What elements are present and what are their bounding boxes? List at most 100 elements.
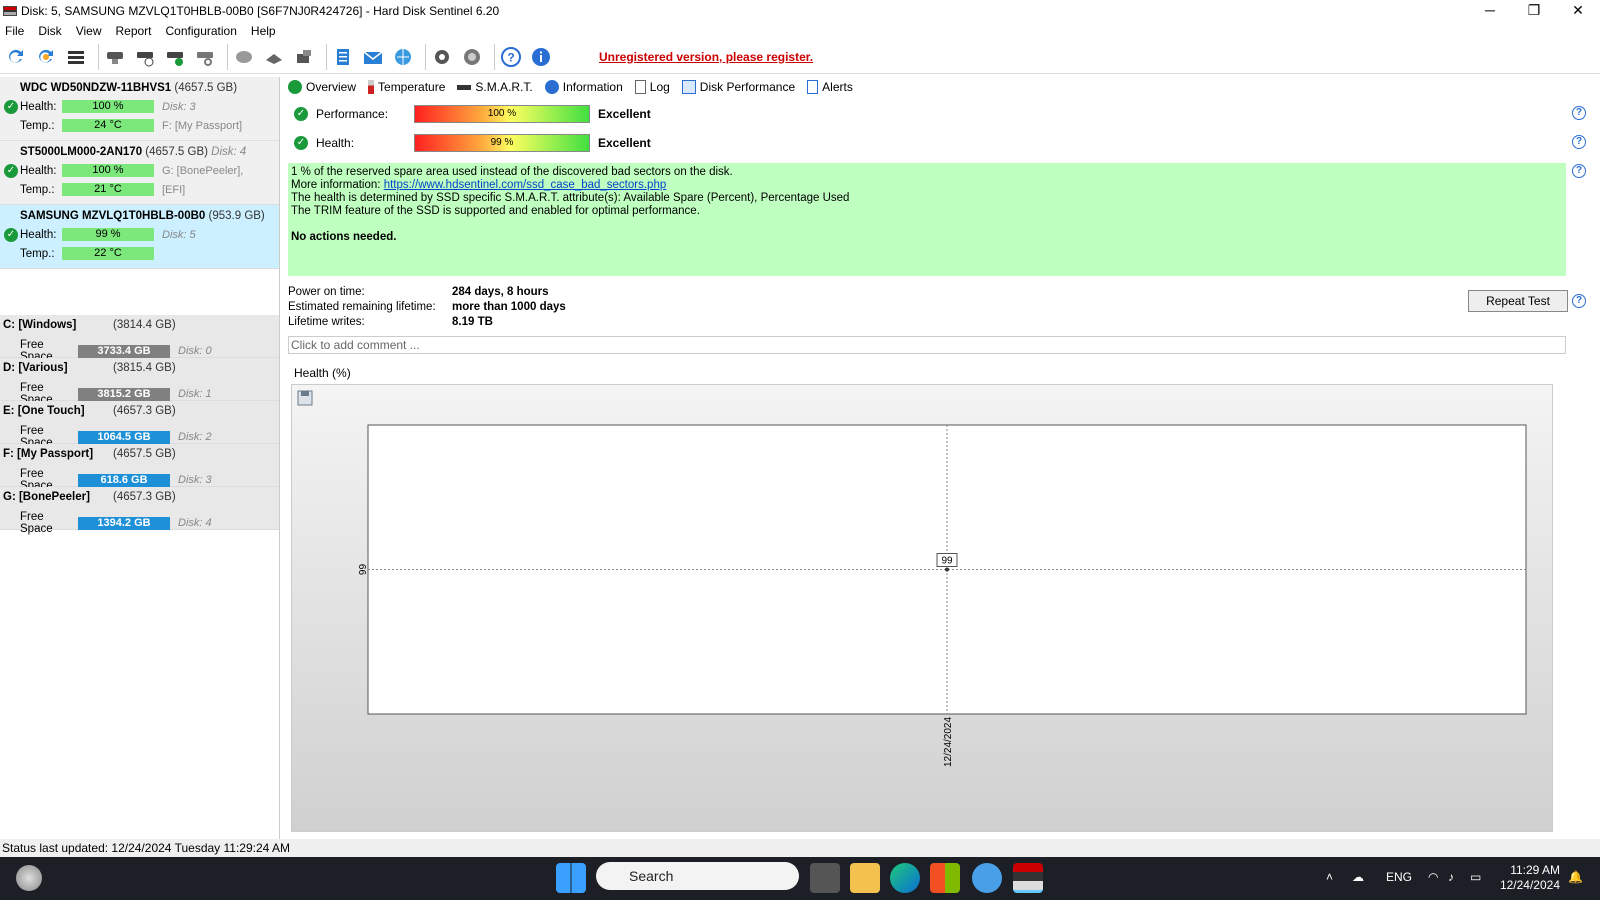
tab-information[interactable]: Information: [544, 80, 623, 94]
tab-temperature[interactable]: Temperature: [368, 80, 445, 94]
temp-bar: 21 °C: [62, 183, 154, 196]
close-button[interactable]: ✕: [1556, 0, 1600, 22]
disk-item-2[interactable]: SAMSUNG MZVLQ1T0HBLB-00B0 (953.9 GB) ✓ He…: [0, 205, 279, 269]
menu-configuration[interactable]: Configuration: [166, 24, 237, 38]
power-on-value: 284 days, 8 hours: [452, 286, 549, 298]
disk-item-0[interactable]: WDC WD50NDZW-11BHVS1 (4657.5 GB) ✓ Health…: [0, 77, 279, 141]
health-rating: Excellent: [598, 136, 651, 150]
temp-bar: 24 °C: [62, 119, 154, 132]
power-on-row: Power on time: 284 days, 8 hours: [288, 286, 549, 298]
check-icon: ✓: [294, 107, 308, 121]
task-view-icon[interactable]: [810, 863, 840, 893]
performance-bar: 100 %: [414, 105, 590, 123]
toolbar-separator: [425, 43, 426, 70]
onedrive-icon[interactable]: ☁: [1352, 870, 1364, 884]
taskbar-search[interactable]: Search: [596, 862, 799, 890]
sound-icon[interactable]: [460, 45, 484, 69]
volume-item[interactable]: G: [BonePeeler] (4657.3 GB) Free Space 1…: [0, 487, 279, 535]
lifetime-label: Estimated remaining lifetime:: [288, 301, 436, 313]
tab-label: Alerts: [822, 80, 853, 94]
tab-overview[interactable]: Overview: [288, 80, 356, 94]
info-icon[interactable]: [529, 45, 553, 69]
weather-icon[interactable]: [16, 865, 42, 891]
check-icon: [288, 80, 302, 94]
volume-disk-number: Disk: 0: [178, 345, 212, 357]
battery-icon[interactable]: ▭: [1470, 870, 1481, 884]
report-icon[interactable]: [331, 45, 355, 69]
free-space-bar: 3815.2 GB: [78, 387, 170, 401]
check-icon: ✓: [294, 136, 308, 150]
store-icon[interactable]: [930, 863, 960, 893]
menu-help[interactable]: Help: [251, 24, 276, 38]
free-space-bar: 3733.4 GB: [78, 344, 170, 358]
disk-item-1[interactable]: ST5000LM000-2AN170 (4657.5 GB) Disk: 4 ✓…: [0, 141, 279, 205]
start-icon[interactable]: [556, 863, 586, 893]
notification-bell-icon[interactable]: 🔔: [1568, 870, 1583, 884]
volume-icon[interactable]: ♪: [1448, 870, 1454, 884]
unregistered-link[interactable]: Unregistered version, please register.: [599, 50, 813, 64]
volume-item[interactable]: D: [Various] (3815.4 GB) Free Space 3815…: [0, 358, 279, 406]
tab-smart[interactable]: S.M.A.R.T.: [457, 80, 533, 94]
repeat-test-button[interactable]: Repeat Test: [1468, 290, 1568, 312]
help-icon[interactable]: ?: [1572, 135, 1586, 149]
check-icon: ✓: [4, 163, 18, 178]
tab-alerts[interactable]: Alerts: [807, 80, 853, 94]
gear-icon[interactable]: [430, 45, 454, 69]
info-more-line: More information: https://www.hdsentinel…: [291, 179, 1563, 192]
help-icon[interactable]: ?: [1572, 294, 1586, 308]
help-icon[interactable]: ?: [499, 45, 523, 69]
help-icon[interactable]: ?: [1572, 164, 1586, 178]
refresh-icon[interactable]: [4, 45, 28, 69]
tab-label: Information: [562, 80, 623, 94]
maximize-button[interactable]: ❐: [1512, 0, 1556, 22]
clock[interactable]: 11:29 AM 12/24/2024: [1500, 863, 1560, 893]
menu-disk[interactable]: Disk: [38, 24, 61, 38]
app-icon: [3, 6, 17, 16]
menu-view[interactable]: View: [76, 24, 102, 38]
disk-name: SAMSUNG MZVLQ1T0HBLB-00B0: [20, 210, 206, 222]
email-icon[interactable]: [361, 45, 385, 69]
file-explorer-icon[interactable]: [850, 863, 880, 893]
hard-disk-sentinel-taskbar-icon[interactable]: [1013, 863, 1043, 893]
help-icon[interactable]: ?: [1572, 106, 1586, 120]
disk-number: Disk: 5: [162, 228, 196, 241]
health-bar: 99 %: [62, 228, 154, 241]
disk-check-icon[interactable]: [163, 45, 187, 69]
comment-field[interactable]: Click to add comment ...: [288, 336, 1566, 354]
health-info-box: 1 % of the reserved spare area used inst…: [288, 163, 1566, 276]
disk-list-icon[interactable]: [64, 45, 88, 69]
language-indicator[interactable]: ENG: [1386, 870, 1412, 884]
tab-log[interactable]: Log: [634, 80, 670, 94]
volume-capacity: (4657.3 GB): [113, 491, 176, 503]
drive-tools-icon[interactable]: [262, 45, 286, 69]
disk-list-panel: WDC WD50NDZW-11BHVS1 (4657.5 GB) ✓ Health…: [0, 77, 280, 839]
temp-label: Temp.:: [20, 247, 55, 260]
health-bar: 100 %: [62, 100, 154, 113]
thermometer-icon: [368, 80, 375, 94]
volume-item[interactable]: F: [My Passport] (4657.5 GB) Free Space …: [0, 444, 279, 492]
refresh-all-icon[interactable]: [34, 45, 58, 69]
disk-icon[interactable]: [103, 45, 127, 69]
chevron-up-icon[interactable]: ˄: [1326, 870, 1333, 884]
tab-label: Disk Performance: [699, 80, 796, 94]
drive-report-icon[interactable]: [292, 45, 316, 69]
disk-schedule-icon[interactable]: [133, 45, 157, 69]
disk-search-icon[interactable]: [193, 45, 217, 69]
minimize-button[interactable]: ─: [1468, 0, 1512, 22]
wifi-icon[interactable]: ◠: [1428, 870, 1438, 884]
menu-report[interactable]: Report: [115, 24, 151, 38]
info-link[interactable]: https://www.hdsentinel.com/ssd_case_bad_…: [384, 179, 667, 191]
y-tick-label: 99: [358, 564, 369, 576]
globe-app-icon[interactable]: [972, 863, 1002, 893]
menu-file[interactable]: File: [5, 24, 24, 38]
volume-item[interactable]: E: [One Touch] (4657.3 GB) Free Space 10…: [0, 401, 279, 449]
tab-disk-performance[interactable]: Disk Performance: [681, 80, 796, 94]
volume-item[interactable]: C: [Windows] (3814.4 GB) Free Space 3733…: [0, 315, 279, 363]
hdd-icon[interactable]: [232, 45, 256, 69]
edge-icon[interactable]: [890, 863, 920, 893]
network-icon[interactable]: [391, 45, 415, 69]
health-chart: 99 99 12/24/2024: [297, 390, 1527, 767]
volume-capacity: (3814.4 GB): [113, 319, 176, 331]
title-bar: Disk: 5, SAMSUNG MZVLQ1T0HBLB-00B0 [S6F7…: [0, 0, 1600, 22]
x-tick-label: 12/24/2024: [943, 717, 954, 767]
